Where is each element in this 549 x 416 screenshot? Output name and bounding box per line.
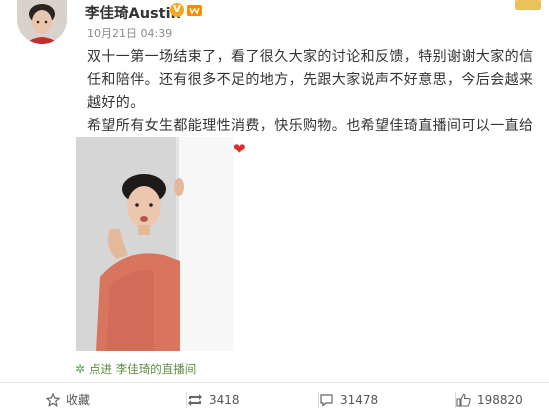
- vip-member-icon: [187, 5, 202, 16]
- avatar[interactable]: [17, 0, 67, 44]
- link-icon: ✲: [75, 362, 86, 376]
- live-link-prefix: 点进: [89, 362, 113, 376]
- repost-count: 3418: [209, 392, 240, 407]
- like-button[interactable]: 198820: [455, 383, 523, 416]
- repost-icon: [187, 393, 203, 407]
- comment-button[interactable]: 31478: [318, 383, 379, 416]
- corner-tag-icon: [515, 0, 541, 10]
- star-icon: [46, 392, 60, 407]
- live-room-link[interactable]: ✲ 点进 李佳琦的直播间: [75, 361, 196, 377]
- action-separator: [186, 392, 187, 408]
- favorite-button[interactable]: 收藏: [46, 383, 90, 416]
- like-count: 198820: [477, 392, 523, 407]
- action-separator: [318, 392, 319, 408]
- comment-icon: [319, 393, 334, 407]
- thumbs-up-icon: [456, 393, 471, 407]
- action-separator: [455, 392, 456, 408]
- post-photo[interactable]: [76, 137, 234, 351]
- post-paragraph: 双十一第一场结束了，看了很久大家的讨论和反馈，特别谢谢大家的信任和陪伴。还有很多…: [87, 49, 534, 111]
- favorite-label: 收藏: [66, 393, 91, 407]
- username[interactable]: 李佳琦Austin: [85, 2, 181, 23]
- verified-badge-icon: V: [170, 3, 184, 17]
- heart-emoji-icon: ❤: [233, 140, 246, 158]
- live-link-name: 李佳琦的直播间: [115, 362, 197, 376]
- post-timestamp[interactable]: 10月21日 04:39: [87, 25, 172, 41]
- weibo-post: 李佳琦Austin V 10月21日 04:39 双十一第一场结束了，看了很久大…: [0, 0, 549, 416]
- comment-count: 31478: [340, 392, 379, 407]
- action-bar: 收藏 3418 31478 198820: [0, 383, 549, 416]
- repost-button[interactable]: 3418: [186, 383, 240, 416]
